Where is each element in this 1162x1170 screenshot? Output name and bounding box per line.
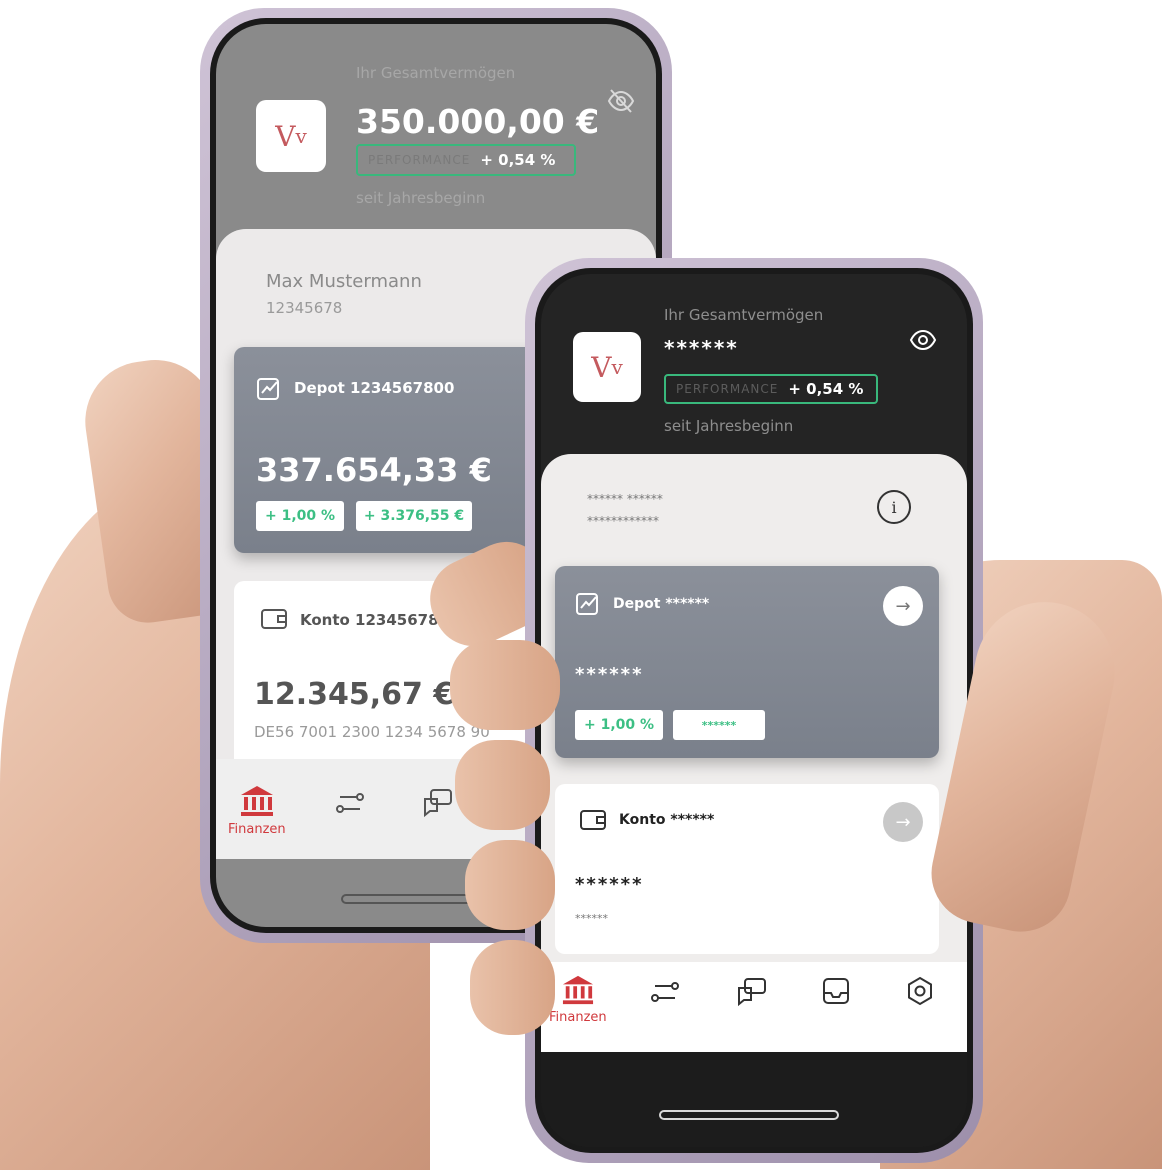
konto-iban: ****** — [575, 912, 608, 925]
performance-box: PERFORMANCE + 0,54 % — [664, 374, 878, 404]
performance-value: + 0,54 % — [480, 151, 556, 169]
accounts-panel: ****** ****** ************ i Depot *****… — [541, 454, 967, 1044]
total-label: Ihr Gesamtvermögen — [664, 306, 824, 324]
depot-change-percent: + 1,00 % — [256, 501, 344, 531]
konto-amount: ****** — [575, 874, 644, 895]
depot-amount: ****** — [575, 664, 644, 685]
total-amount: 350.000,00 € — [356, 102, 600, 141]
performance-label: PERFORMANCE — [368, 153, 471, 167]
since-label: seit Jahresbeginn — [356, 189, 486, 207]
finger — [465, 840, 555, 930]
settings-icon[interactable] — [905, 976, 935, 1006]
konto-card[interactable]: Konto ****** → ****** ****** — [555, 784, 939, 954]
home-indicator — [659, 1110, 839, 1120]
finger — [455, 740, 550, 830]
nav-finanzen[interactable]: Finanzen — [228, 784, 286, 837]
depot-change-percent: + 1,00 % — [575, 710, 663, 740]
user-id: 12345678 — [266, 299, 343, 317]
konto-amount: 12.345,67 € — [254, 677, 455, 712]
performance-box: PERFORMANCE + 0,54 % — [356, 144, 576, 176]
front-phone-screen: Ihr Gesamtvermögen Vv ****** PERFORMANCE… — [541, 274, 967, 1147]
info-icon[interactable]: i — [877, 490, 911, 524]
inbox-icon[interactable] — [821, 976, 851, 1006]
finger — [470, 940, 555, 1035]
bank-icon — [562, 975, 593, 1005]
user-id-masked: ************ — [587, 514, 659, 528]
depot-arrow-button[interactable]: → — [883, 586, 923, 626]
finger — [450, 640, 560, 730]
konto-arrow-button[interactable]: → — [883, 802, 923, 842]
chat-icon[interactable] — [735, 976, 769, 1008]
depot-amount: 337.654,33 € — [256, 451, 492, 489]
bank-logo: Vv — [573, 332, 641, 402]
wallet-icon — [579, 808, 607, 836]
chart-icon — [256, 375, 282, 405]
konto-title: Konto ****** — [619, 812, 715, 828]
depot-card[interactable]: Depot ****** → ****** + 1,00 % ****** — [555, 566, 939, 758]
nav-finanzen-label: Finanzen — [549, 1010, 607, 1025]
depot-change-amount: + 3.376,55 € — [356, 501, 472, 531]
eye-icon[interactable] — [909, 326, 939, 356]
performance-value: + 0,54 % — [788, 380, 864, 398]
bottom-nav: Finanzen — [541, 962, 967, 1052]
transfer-icon[interactable] — [649, 976, 681, 1008]
konto-iban: DE56 7001 2300 1234 5678 90 — [254, 723, 490, 741]
since-label: seit Jahresbeginn — [664, 417, 794, 435]
total-label: Ihr Gesamtvermögen — [356, 64, 516, 82]
depot-title: Depot ****** — [613, 596, 710, 612]
user-name-masked: ****** ****** — [587, 492, 663, 506]
eye-off-icon[interactable] — [606, 86, 640, 120]
depot-change-amount: ****** — [673, 710, 765, 740]
chart-icon — [575, 590, 601, 620]
transfer-icon[interactable] — [334, 787, 366, 819]
depot-title: Depot 1234567800 — [294, 379, 455, 397]
nav-finanzen[interactable]: Finanzen — [549, 974, 607, 1025]
front-phone: Ihr Gesamtvermögen Vv ****** PERFORMANCE… — [525, 258, 983, 1163]
total-amount: ****** — [664, 336, 739, 360]
user-name: Max Mustermann — [266, 271, 422, 292]
chat-icon[interactable] — [421, 787, 455, 819]
performance-label: PERFORMANCE — [676, 382, 779, 396]
nav-finanzen-label: Finanzen — [228, 822, 286, 837]
bank-icon — [240, 786, 273, 816]
wallet-icon — [260, 607, 288, 635]
bank-logo: Vv — [256, 100, 326, 172]
